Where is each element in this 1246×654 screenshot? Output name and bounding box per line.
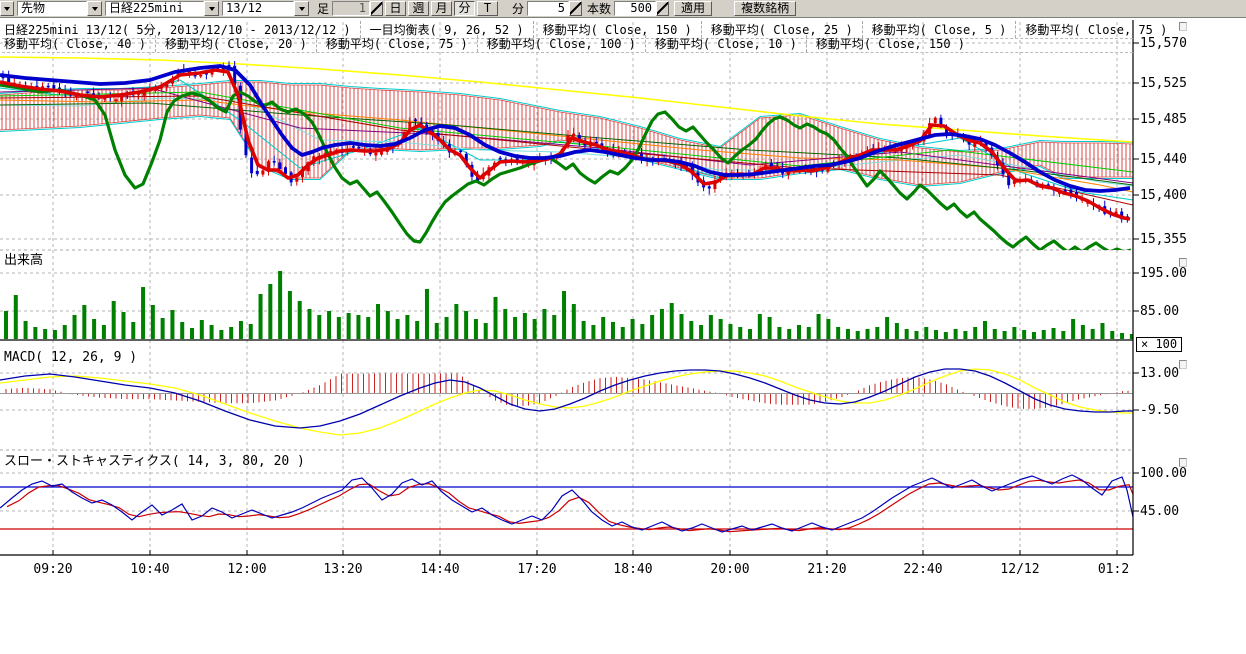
partial-combo-drop-button[interactable] (0, 1, 14, 16)
time-axis-label: 10:40 (128, 562, 172, 577)
pane-resize-handle[interactable] (1179, 360, 1187, 369)
time-axis-label: 17:20 (515, 562, 559, 577)
spin-button[interactable] (569, 1, 582, 16)
spin-button[interactable] (656, 1, 669, 16)
legend-ma40: 移動平均( Close, 40 ) (2, 35, 156, 52)
time-axis-label: 20:00 (708, 562, 752, 577)
legend-ma10: 移動平均( Close, 10 ) (646, 35, 807, 52)
legend-ma75b: 移動平均( Close, 75 ) (317, 35, 478, 52)
time-axis-label: 22:40 (901, 562, 945, 577)
chevron-down-icon (92, 7, 98, 11)
chevron-down-icon (4, 7, 10, 11)
volume-multiplier-badge: × 100 (1136, 337, 1182, 352)
pane-resize-handle[interactable] (1179, 22, 1187, 31)
minute-label: 分 (512, 0, 524, 17)
market-combo-drop[interactable] (87, 1, 102, 16)
period-tick-button[interactable]: T (477, 1, 498, 16)
volume-axis-label: 85.00 (1140, 304, 1179, 319)
legend-row-2: 移動平均( Close, 40 ) 移動平均( Close, 20 ) 移動平均… (2, 35, 1133, 53)
spin-icon (570, 2, 581, 15)
period-week-button[interactable]: 週 (408, 1, 429, 16)
bar-count-value: 500 (614, 1, 656, 16)
time-axis-label: 14:40 (418, 562, 462, 577)
price-axis-label: 15,400 (1140, 188, 1187, 203)
market-combo[interactable]: 先物 (17, 1, 102, 16)
minute-stepper[interactable]: 5 (527, 1, 582, 16)
spin-icon (371, 2, 382, 15)
bar-count-label: 本数 (587, 0, 611, 17)
price-axis-label: 15,570 (1140, 36, 1187, 51)
contract-month-combo-drop[interactable] (294, 1, 309, 16)
contract-month-combo[interactable]: 13/12 (222, 1, 309, 16)
time-axis-label: 12:00 (225, 562, 269, 577)
chart-canvas (0, 0, 1246, 654)
symbol-combo[interactable]: 日経225mini (105, 1, 219, 16)
time-axis-label: 09:20 (31, 562, 75, 577)
macd-axis-label: 13.00 (1140, 366, 1179, 381)
toolbar: 先物 日経225mini 13/12 足 1 日 週 月 分 T 分 5 本数 … (0, 0, 1246, 18)
legend-ma100: 移動平均( Close, 100 ) (478, 35, 646, 52)
stochastics-pane-label: スロー・ストキャスティクス( 14, 3, 80, 20 ) (4, 450, 305, 469)
stoch-axis-label: 45.00 (1140, 504, 1179, 519)
bar-interval-stepper[interactable]: 1 (332, 1, 383, 16)
apply-button[interactable]: 適用 (674, 1, 712, 16)
symbol-combo-drop[interactable] (204, 1, 219, 16)
time-axis-label: 18:40 (611, 562, 655, 577)
market-combo-value: 先物 (17, 1, 87, 16)
legend-ma20: 移動平均( Close, 20 ) (156, 35, 317, 52)
time-axis-label: 13:20 (321, 562, 365, 577)
time-axis-label: 21:20 (805, 562, 849, 577)
price-axis-label: 15,440 (1140, 152, 1187, 167)
volume-pane-label: 出来高 (4, 249, 43, 268)
spin-button[interactable] (370, 1, 383, 16)
spin-icon (657, 2, 668, 15)
pane-resize-handle[interactable] (1179, 258, 1187, 267)
volume-axis-label: 195.00 (1140, 266, 1187, 281)
multi-symbol-button[interactable]: 複数銘柄 (734, 1, 796, 16)
period-minute-button[interactable]: 分 (454, 1, 475, 16)
price-axis-label: 15,525 (1140, 76, 1187, 91)
minute-value: 5 (527, 1, 569, 16)
stoch-axis-label: 100.00 (1140, 466, 1187, 481)
bar-interval-value: 1 (332, 1, 370, 16)
time-axis-label: 01:2 (1095, 562, 1132, 577)
chart-application: { "toolbar": { "combos": [ {"value": "先物… (0, 0, 1246, 654)
pane-resize-handle[interactable] (1179, 458, 1187, 467)
period-month-button[interactable]: 月 (431, 1, 452, 16)
bar-type-label: 足 (317, 0, 329, 17)
contract-month-combo-value: 13/12 (222, 1, 294, 16)
symbol-combo-value: 日経225mini (105, 1, 204, 16)
chevron-down-icon (299, 7, 305, 11)
bar-count-stepper[interactable]: 500 (614, 1, 669, 16)
chevron-down-icon (209, 7, 215, 11)
legend-ma150b: 移動平均( Close, 150 ) (807, 35, 974, 52)
time-axis-label: 12/12 (998, 562, 1042, 577)
macd-pane-label: MACD( 12, 26, 9 ) (4, 350, 137, 365)
price-axis-label: 15,485 (1140, 112, 1187, 127)
price-axis-label: 15,355 (1140, 232, 1187, 247)
macd-axis-label: -9.50 (1140, 403, 1179, 418)
period-day-button[interactable]: 日 (385, 1, 406, 16)
